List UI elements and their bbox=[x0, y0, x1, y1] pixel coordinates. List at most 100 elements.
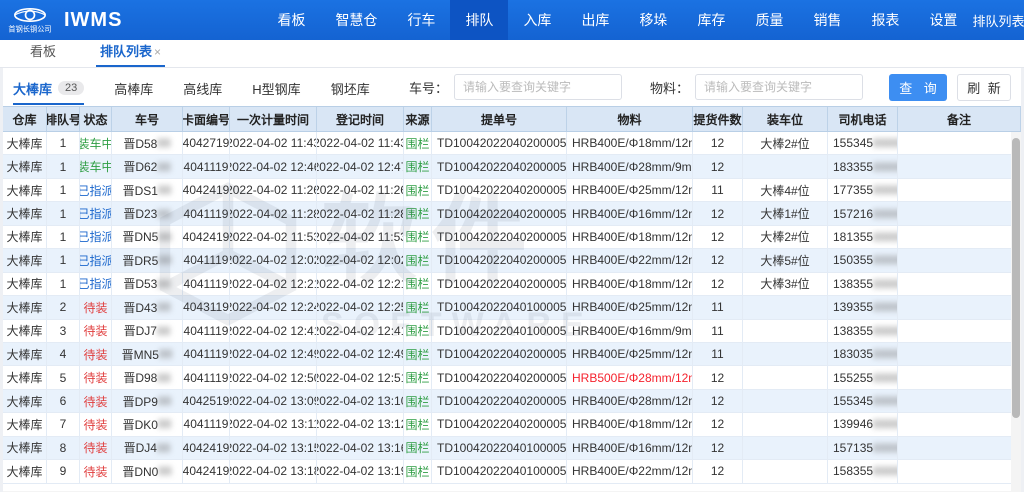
cell-dock bbox=[743, 437, 828, 459]
table-row[interactable]: 大棒库3待装晋DJ7881404111952022-04-02 12:41202… bbox=[3, 320, 1021, 343]
redacted-phone-digits: 88888 bbox=[873, 324, 898, 338]
cell-weigh_time: 2022-04-02 12:49 bbox=[230, 343, 317, 365]
table-row[interactable]: 大棒库2待装晋D43881404311952022-04-02 12:24202… bbox=[3, 296, 1021, 319]
cell-warehouse: 大棒库 bbox=[3, 155, 47, 177]
nav-item-1[interactable]: 智慧仓 bbox=[320, 0, 392, 40]
warehouse-tab-2[interactable]: 高线库 bbox=[183, 70, 222, 105]
col-header-register_time[interactable]: 登记时间 bbox=[317, 107, 404, 131]
warehouse-tab-0[interactable]: 大棒库23 bbox=[13, 70, 84, 105]
col-header-weigh_time[interactable]: 一次计量时间 bbox=[230, 107, 317, 131]
nav-item-11[interactable]: 设置 bbox=[914, 0, 972, 40]
cell-status: 已指派 bbox=[80, 273, 112, 295]
cell-queue_no: 6 bbox=[47, 390, 80, 412]
nav-item-8[interactable]: 质量 bbox=[740, 0, 798, 40]
nav-item-4[interactable]: 入库 bbox=[508, 0, 566, 40]
redacted-plate-digits: 88 bbox=[158, 230, 171, 244]
cell-source: 围栏 bbox=[404, 460, 432, 482]
cell-dock bbox=[743, 296, 828, 318]
queue-table: 仓库排队号状态车号卡面编号一次计量时间登记时间来源提单号物料提货件数装车位司机电… bbox=[3, 106, 1021, 491]
table-row[interactable]: 大棒库1已指派晋DS1881404241952022-04-02 11:2620… bbox=[3, 179, 1021, 202]
cell-phone: 18335588888 bbox=[828, 155, 898, 177]
col-header-plate[interactable]: 车号 bbox=[112, 107, 183, 131]
cell-source: 围栏 bbox=[404, 296, 432, 318]
app-title: IWMS bbox=[64, 9, 122, 32]
nav-item-5[interactable]: 出库 bbox=[566, 0, 624, 40]
material-search-input[interactable] bbox=[695, 74, 863, 100]
cell-register_time: 2022-04-02 13:16 bbox=[317, 437, 404, 459]
cell-source: 围栏 bbox=[404, 132, 432, 154]
cell-queue_no: 1 bbox=[47, 202, 80, 224]
cell-queue_no: 3 bbox=[47, 320, 80, 342]
redacted-phone-digits: 88888 bbox=[873, 371, 898, 385]
table-row[interactable]: 大棒库1装车中晋D62881404111952022-04-02 12:4620… bbox=[3, 155, 1021, 178]
cell-material: HRB500E/Φ28mm/12m bbox=[567, 366, 693, 388]
cell-phone: 18135588888 bbox=[828, 226, 898, 248]
nav-item-3[interactable]: 排队 bbox=[450, 0, 508, 40]
cell-queue_no: 2 bbox=[47, 296, 80, 318]
cell-qty: 12 bbox=[693, 273, 743, 295]
cell-queue_no: 7 bbox=[47, 413, 80, 435]
table-row[interactable]: 大棒库7待装晋DK0881404111952022-04-02 13:11202… bbox=[3, 413, 1021, 436]
col-header-material[interactable]: 物料 bbox=[567, 107, 693, 131]
tab-0[interactable]: 看板 bbox=[26, 41, 60, 67]
table-row[interactable]: 大棒库1已指派晋DR5881404111952022-04-02 12:0220… bbox=[3, 249, 1021, 272]
vertical-scrollbar-thumb[interactable] bbox=[1012, 138, 1020, 418]
nav-item-6[interactable]: 移垛 bbox=[624, 0, 682, 40]
plate-search-input[interactable] bbox=[454, 74, 622, 100]
cell-card_no: 140411195 bbox=[183, 249, 230, 271]
nav-item-9[interactable]: 销售 bbox=[798, 0, 856, 40]
cell-source: 围栏 bbox=[404, 202, 432, 224]
col-header-phone[interactable]: 司机电话 bbox=[828, 107, 898, 131]
table-row[interactable]: 大棒库6待装晋DP9881404251952022-04-02 13:09202… bbox=[3, 390, 1021, 413]
cell-material: HRB400E/Φ18mm/12m bbox=[567, 132, 693, 154]
cell-register_time: 2022-04-02 11:53 bbox=[317, 226, 404, 248]
cell-qty: 12 bbox=[693, 249, 743, 271]
nav-item-0[interactable]: 看板 bbox=[262, 0, 320, 40]
col-header-queue_no[interactable]: 排队号 bbox=[47, 107, 80, 131]
col-header-warehouse[interactable]: 仓库 bbox=[3, 107, 47, 131]
redacted-plate-digits: 88 bbox=[158, 464, 171, 478]
warehouse-tab-4[interactable]: 钢坯库 bbox=[331, 70, 370, 105]
cell-qty: 12 bbox=[693, 132, 743, 154]
cell-plate: 晋D4388 bbox=[112, 296, 183, 318]
cell-warehouse: 大棒库 bbox=[3, 320, 47, 342]
table-row[interactable]: 大棒库4待装晋MN5881404111952022-04-02 12:49202… bbox=[3, 343, 1021, 366]
open-tabs-bar: 看板 排队列表× bbox=[0, 40, 1024, 68]
nav-item-10[interactable]: 报表 bbox=[856, 0, 914, 40]
cell-remark bbox=[898, 296, 1021, 318]
table-row[interactable]: 大棒库5待装晋D98881404111952022-04-02 12:50202… bbox=[3, 366, 1021, 389]
cell-material: HRB400E/Φ16mm/12m bbox=[567, 437, 693, 459]
col-header-bill_no[interactable]: 提单号 bbox=[432, 107, 567, 131]
warehouse-tab-1[interactable]: 高棒库 bbox=[114, 70, 153, 105]
col-header-remark[interactable]: 备注 bbox=[898, 107, 1021, 131]
table-body: 大棒库1装车中晋D58881404271952022-04-02 11:4320… bbox=[3, 132, 1021, 491]
table-row[interactable]: 大棒库8待装晋DJ4881404241952022-04-02 13:15202… bbox=[3, 437, 1021, 460]
cell-qty: 12 bbox=[693, 413, 743, 435]
table-row[interactable]: 大棒库1装车中晋D58881404271952022-04-02 11:4320… bbox=[3, 132, 1021, 155]
nav-item-2[interactable]: 行车 bbox=[392, 0, 450, 40]
vertical-scrollbar[interactable] bbox=[1011, 132, 1021, 491]
col-header-status[interactable]: 状态 bbox=[80, 107, 112, 131]
cell-card_no: 140411195 bbox=[183, 413, 230, 435]
col-header-qty[interactable]: 提货件数 bbox=[693, 107, 743, 131]
user-area[interactable]: 排队列表 | 甲班 | 管理员 ▼ bbox=[972, 11, 1024, 30]
table-row[interactable]: 大棒库9待装晋DN0881404241952022-04-02 13:18202… bbox=[3, 460, 1021, 483]
cell-plate: 晋DS188 bbox=[112, 179, 183, 201]
cell-remark bbox=[898, 413, 1021, 435]
refresh-button[interactable]: 刷 新 bbox=[957, 74, 1011, 101]
table-row[interactable]: 大棒库1已指派晋DN5881404241952022-04-02 11:5320… bbox=[3, 226, 1021, 249]
col-header-card_no[interactable]: 卡面编号 bbox=[183, 107, 230, 131]
search-group: 车号： 物料： 查 询 刷 新 bbox=[409, 74, 1011, 101]
col-header-source[interactable]: 来源 bbox=[404, 107, 432, 131]
cell-material: HRB400E/Φ18mm/12m bbox=[567, 226, 693, 248]
nav-item-7[interactable]: 库存 bbox=[682, 0, 740, 40]
tab-close-icon[interactable]: × bbox=[154, 45, 161, 59]
tab-1[interactable]: 排队列表× bbox=[96, 41, 165, 67]
table-row[interactable]: 大棒库1已指派晋D53881404111952022-04-02 12:2120… bbox=[3, 273, 1021, 296]
col-header-dock[interactable]: 装车位 bbox=[743, 107, 828, 131]
table-row[interactable]: 大棒库1已指派晋D23881404111952022-04-02 11:2820… bbox=[3, 202, 1021, 225]
query-button[interactable]: 查 询 bbox=[889, 74, 947, 101]
warehouse-tab-3[interactable]: H型钢库 bbox=[252, 70, 300, 105]
cell-phone: 15721688888 bbox=[828, 202, 898, 224]
cell-material: HRB400E/Φ28mm/12m bbox=[567, 390, 693, 412]
